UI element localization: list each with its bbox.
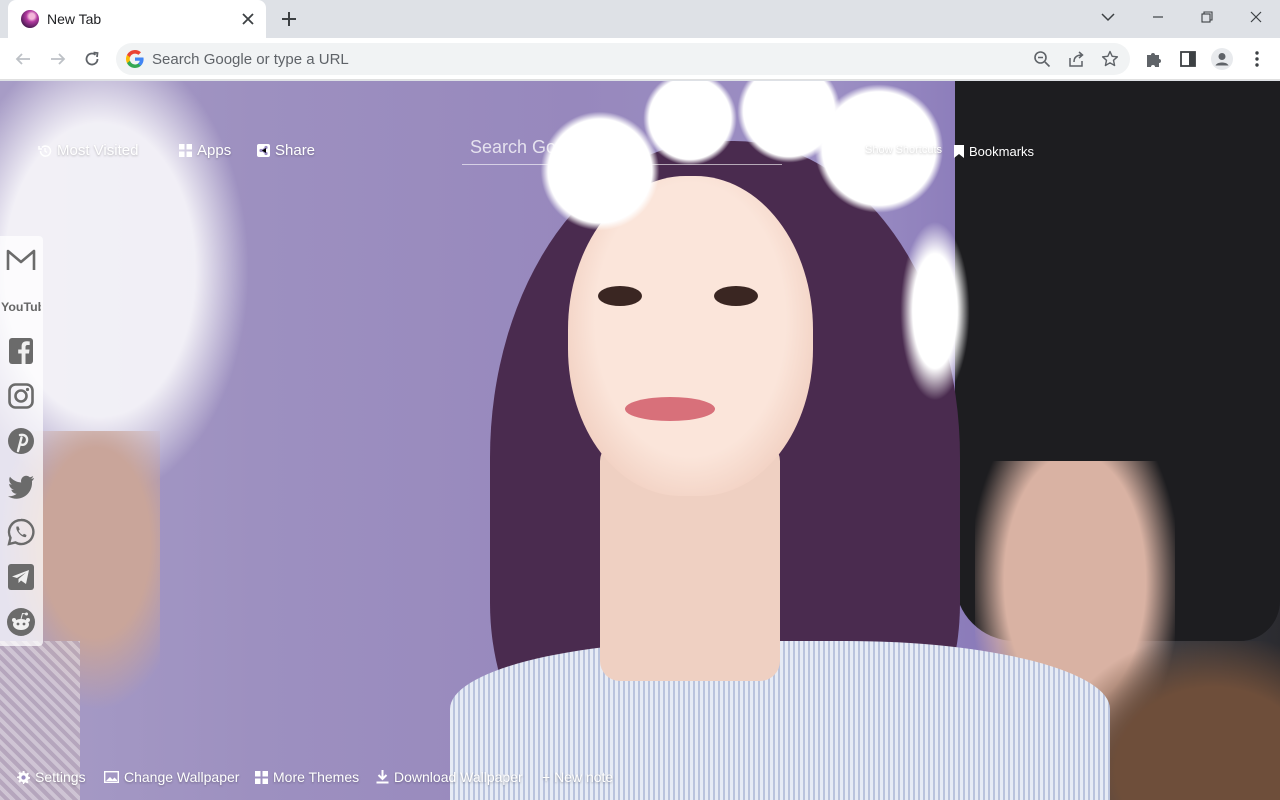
bookmarks-label: Bookmarks xyxy=(969,144,1035,159)
settings-label: Settings xyxy=(35,769,86,785)
gmail-link[interactable] xyxy=(5,244,37,276)
reload-button[interactable] xyxy=(78,45,106,73)
avatar-icon xyxy=(1211,48,1233,70)
bookmark-star-button[interactable] xyxy=(1098,47,1122,71)
zoom-out-icon xyxy=(1034,51,1051,68)
more-themes-button[interactable]: More Themes xyxy=(255,769,359,785)
image-icon xyxy=(104,771,119,783)
change-wallpaper-label: Change Wallpaper xyxy=(124,769,240,785)
pinterest-icon xyxy=(8,428,34,454)
twitter-link[interactable] xyxy=(5,471,37,503)
social-links-bar: YouTube xyxy=(0,236,43,646)
facebook-icon xyxy=(9,338,33,364)
bookmark-icon xyxy=(954,145,964,158)
browser-toolbar: Search Google or type a URL xyxy=(0,38,1280,80)
instagram-link[interactable] xyxy=(5,380,37,412)
new-note-label: + New note xyxy=(542,769,614,785)
settings-button[interactable]: Settings xyxy=(17,769,86,785)
puzzle-icon xyxy=(1147,53,1161,67)
apps-label: Apps xyxy=(197,142,232,159)
tab-favicon-icon xyxy=(21,10,39,28)
plus-icon xyxy=(282,12,296,26)
change-wallpaper-button[interactable]: Change Wallpaper xyxy=(104,769,239,785)
youtube-icon: YouTube xyxy=(1,300,41,314)
most-visited-button[interactable]: Most Visited xyxy=(38,142,138,159)
history-icon xyxy=(38,144,52,157)
arrow-left-icon xyxy=(15,53,30,65)
reddit-link[interactable] xyxy=(5,606,37,638)
twitter-icon xyxy=(8,475,34,499)
tab-title: New Tab xyxy=(47,11,102,27)
close-icon xyxy=(242,13,254,25)
gmail-icon xyxy=(6,249,36,270)
whatsapp-icon xyxy=(7,518,35,546)
download-wallpaper-button[interactable]: Download Wallpaper xyxy=(376,769,523,785)
new-tab-page: Most Visited Apps Share Show Shortcuts B… xyxy=(0,81,1280,800)
grid-icon xyxy=(255,770,268,784)
share-label: Share xyxy=(275,142,316,159)
more-themes-label: More Themes xyxy=(273,769,360,785)
google-search-box[interactable] xyxy=(462,127,782,165)
reload-icon xyxy=(85,51,99,66)
chrome-menu-button[interactable] xyxy=(1243,45,1271,73)
omnibox-placeholder: Search Google or type a URL xyxy=(152,51,349,68)
apps-grid-icon xyxy=(179,144,192,157)
download-icon xyxy=(376,770,389,784)
google-search-input[interactable] xyxy=(470,135,770,159)
telegram-link[interactable] xyxy=(5,561,37,593)
new-tab-button[interactable] xyxy=(277,7,301,31)
share-page-button[interactable] xyxy=(1064,47,1088,71)
apps-button[interactable]: Apps xyxy=(179,142,231,159)
most-visited-label: Most Visited xyxy=(57,142,139,159)
share-square-icon xyxy=(257,144,270,157)
facebook-link[interactable] xyxy=(5,335,37,367)
reddit-icon xyxy=(7,608,35,636)
restore-button[interactable] xyxy=(1192,4,1222,30)
forward-button[interactable] xyxy=(44,45,72,73)
side-panel-icon xyxy=(1180,51,1196,67)
arrow-right-icon xyxy=(51,53,66,65)
tab-search-button[interactable] xyxy=(1093,4,1123,30)
shortcuts-grid-icon xyxy=(849,144,860,156)
side-panel-button[interactable] xyxy=(1174,45,1202,73)
download-wallpaper-label: Download Wallpaper xyxy=(394,769,523,785)
omnibox[interactable]: Search Google or type a URL xyxy=(116,43,1130,75)
close-tab-button[interactable] xyxy=(238,9,258,29)
pinterest-link[interactable] xyxy=(5,425,37,457)
show-shortcuts-button[interactable]: Show Shortcuts xyxy=(849,144,942,156)
whatsapp-link[interactable] xyxy=(5,516,37,548)
new-note-button[interactable]: + New note xyxy=(542,769,613,785)
gear-icon xyxy=(17,770,30,784)
close-icon xyxy=(1250,11,1262,23)
google-g-icon xyxy=(126,50,144,68)
svg-text:YouTube: YouTube xyxy=(1,300,41,314)
tab-strip: New Tab xyxy=(0,0,1280,38)
profile-button[interactable] xyxy=(1208,45,1236,73)
close-window-button[interactable] xyxy=(1241,4,1271,30)
zoom-button[interactable] xyxy=(1030,47,1054,71)
minimize-icon xyxy=(1153,16,1163,18)
show-shortcuts-label: Show Shortcuts xyxy=(865,144,943,156)
wallpaper-image xyxy=(0,81,1280,800)
youtube-link[interactable]: YouTube xyxy=(1,290,41,322)
back-button[interactable] xyxy=(9,45,37,73)
chevron-down-icon xyxy=(1101,13,1115,22)
extensions-button[interactable] xyxy=(1140,45,1168,73)
instagram-icon xyxy=(8,383,34,409)
telegram-icon xyxy=(8,564,34,590)
tab-new-tab[interactable]: New Tab xyxy=(8,0,266,38)
bookmarks-button[interactable]: Bookmarks xyxy=(954,144,1034,159)
more-vertical-icon xyxy=(1255,51,1259,67)
share-icon xyxy=(1069,51,1084,67)
restore-icon xyxy=(1201,11,1213,23)
star-icon xyxy=(1101,50,1119,67)
share-button[interactable]: Share xyxy=(257,142,315,159)
minimize-button[interactable] xyxy=(1143,4,1173,30)
